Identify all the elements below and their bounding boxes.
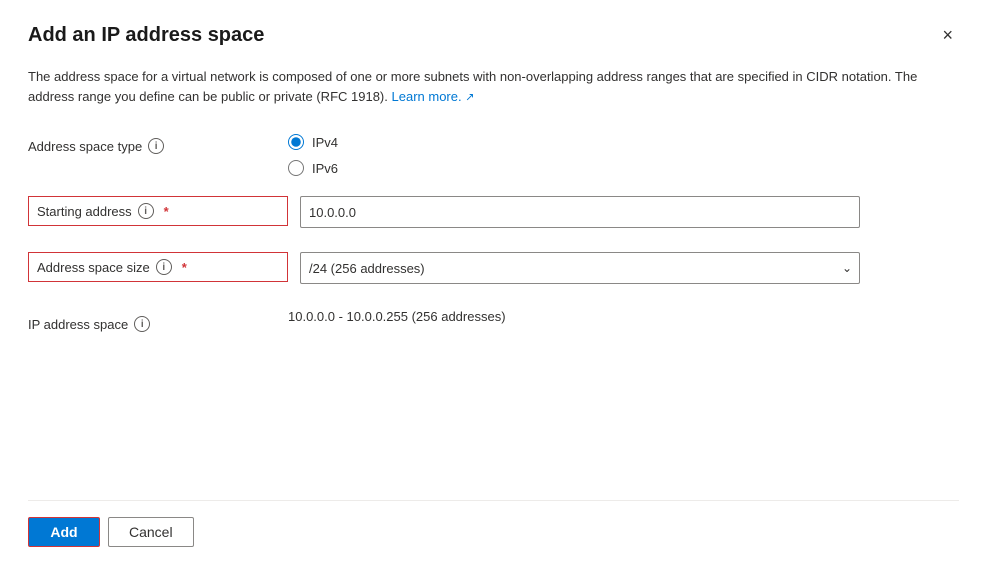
radio-ipv6-label: IPv6: [312, 161, 338, 176]
address-space-size-required: *: [182, 260, 187, 275]
address-space-type-row: Address space type i IPv4 IPv6: [28, 130, 959, 176]
starting-address-row: Starting address i *: [28, 196, 959, 232]
starting-address-control: [288, 196, 959, 228]
address-space-type-info-icon[interactable]: i: [148, 138, 164, 154]
external-link-icon: ↗: [465, 91, 474, 103]
address-space-size-select[interactable]: /8 (16777216 addresses) /16 (65536 addre…: [300, 252, 860, 284]
dialog-header: Add an IP address space ×: [28, 24, 959, 47]
cancel-button[interactable]: Cancel: [108, 517, 194, 547]
address-space-size-label: Address space size i *: [28, 252, 288, 282]
dialog-title: Add an IP address space: [28, 24, 264, 47]
starting-address-input[interactable]: [300, 196, 860, 228]
radio-ipv4[interactable]: IPv4: [288, 134, 959, 150]
ip-address-space-value: 10.0.0.0 - 10.0.0.255 (256 addresses): [288, 308, 959, 324]
starting-address-label: Starting address i *: [28, 196, 288, 226]
address-space-type-control: IPv4 IPv6: [288, 130, 959, 176]
form-section: Address space type i IPv4 IPv6: [28, 130, 959, 460]
address-space-size-info-icon[interactable]: i: [156, 259, 172, 275]
dialog-description: The address space for a virtual network …: [28, 67, 928, 106]
ip-address-space-label: IP address space i: [28, 308, 288, 332]
address-space-size-select-wrapper: /8 (16777216 addresses) /16 (65536 addre…: [300, 252, 860, 284]
address-space-size-row: Address space size i * /8 (16777216 addr…: [28, 252, 959, 288]
ip-address-space-info-icon[interactable]: i: [134, 316, 150, 332]
dialog: Add an IP address space × The address sp…: [0, 0, 987, 571]
dialog-footer: Add Cancel: [28, 500, 959, 547]
ip-address-space-row: IP address space i 10.0.0.0 - 10.0.0.255…: [28, 308, 959, 344]
radio-ipv6[interactable]: IPv6: [288, 160, 959, 176]
close-button[interactable]: ×: [936, 24, 959, 46]
learn-more-link[interactable]: Learn more. ↗: [392, 89, 475, 104]
address-space-type-label: Address space type i: [28, 130, 288, 154]
radio-ipv4-label: IPv4: [312, 135, 338, 150]
add-button[interactable]: Add: [28, 517, 100, 547]
starting-address-required: *: [164, 204, 169, 219]
address-space-type-radio-group: IPv4 IPv6: [288, 130, 959, 176]
starting-address-info-icon[interactable]: i: [138, 203, 154, 219]
ip-address-space-text: 10.0.0.0 - 10.0.0.255 (256 addresses): [288, 301, 506, 324]
address-space-size-control: /8 (16777216 addresses) /16 (65536 addre…: [288, 252, 959, 284]
